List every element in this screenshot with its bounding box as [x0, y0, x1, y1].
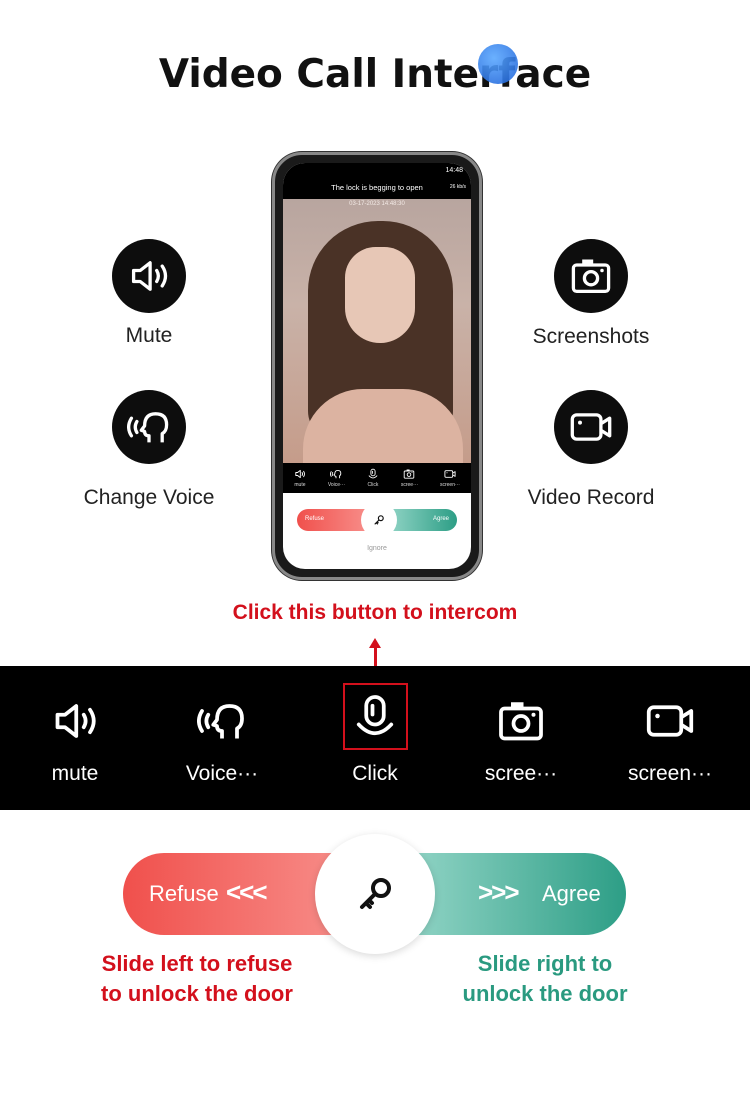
phone-key-knob[interactable]: [361, 502, 397, 538]
callout-arrow-head: [369, 638, 381, 648]
mute-label: Mute: [125, 324, 173, 347]
phone-screen: 14:48 The lock is begging to open 26 kb/…: [283, 163, 471, 569]
phone-ignore-button[interactable]: Ignore: [283, 545, 471, 552]
network-speed: 26 kb/s: [449, 184, 466, 190]
page-title: Video Call Interface: [158, 52, 592, 97]
video-camera-icon: [645, 696, 695, 746]
slider-key-knob[interactable]: [315, 834, 435, 954]
screenshots-feature-icon: [554, 239, 628, 313]
decorative-bubble: [478, 44, 518, 84]
phone-click-button[interactable]: Click: [367, 468, 379, 488]
phone-mute-button[interactable]: mute: [294, 468, 306, 488]
status-time: 14:48: [445, 167, 463, 174]
phone-voice-button[interactable]: Voice···: [328, 468, 345, 488]
shoulders: [303, 389, 463, 463]
phone-record-button[interactable]: screen···: [440, 468, 460, 488]
highlight-box: [343, 683, 408, 750]
agree-label: Agree: [542, 881, 601, 906]
video-feed: 03-17-2023 14:48:30: [283, 199, 471, 463]
status-bar: 14:48 The lock is begging to open 26 kb/…: [283, 163, 471, 199]
refuse-caption: Slide left to refuse to unlock the door: [101, 951, 293, 1006]
phone-toolbar: mute Voice··· Click scree··· screen···: [283, 463, 471, 493]
toolbar-screenshot-button[interactable]: scree···: [451, 666, 591, 810]
toolbar-mute-button[interactable]: mute: [5, 666, 145, 810]
call-status-title: The lock is begging to open: [331, 183, 423, 192]
face: [345, 247, 415, 343]
change-voice-label: Change Voice: [83, 486, 215, 509]
key-icon: [355, 874, 395, 914]
video-record-label: Video Record: [527, 486, 655, 509]
speaker-icon: [50, 696, 100, 746]
refuse-label: Refuse: [149, 881, 219, 906]
phone-slider-area: Refuse Agree Ignore: [283, 493, 471, 563]
change-voice-feature-icon: [112, 390, 186, 464]
phone-refuse-label: Refuse: [305, 516, 325, 522]
video-timestamp: 03-17-2023 14:48:30: [349, 201, 405, 207]
video-record-feature-icon: [554, 390, 628, 464]
phone-screenshot-button[interactable]: scree···: [401, 468, 418, 488]
intercom-callout: Click this button to intercom: [232, 601, 518, 624]
phone-mockup: 14:48 The lock is begging to open 26 kb/…: [272, 152, 482, 580]
mute-feature-icon: [112, 239, 186, 313]
camera-icon: [496, 696, 546, 746]
left-arrows-icon: <<<: [226, 877, 268, 907]
right-arrows-icon: >>>: [478, 877, 520, 907]
screenshots-label: Screenshots: [532, 325, 650, 348]
toolbar-voice-button[interactable]: Voice···: [152, 666, 292, 810]
voice-change-icon: [197, 696, 247, 746]
toolbar-record-button[interactable]: screen···: [600, 666, 740, 810]
call-toolbar: mute Voice··· Click scree··· screen···: [0, 666, 750, 810]
agree-caption: Slide right to unlock the door: [462, 951, 628, 1006]
phone-agree-label: Agree: [432, 516, 449, 522]
